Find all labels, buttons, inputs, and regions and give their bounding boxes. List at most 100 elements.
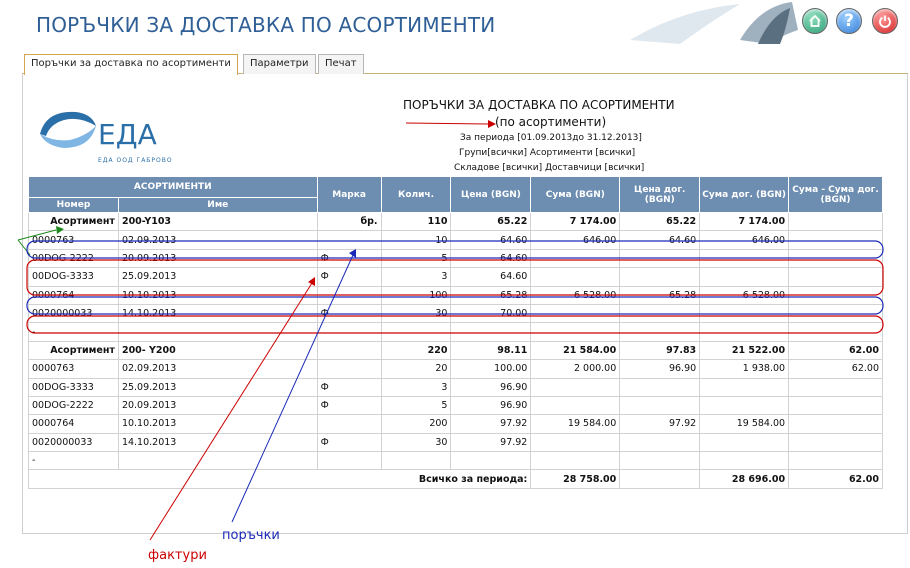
- cell-name: [117, 451, 318, 471]
- cell-contract-price: [619, 395, 701, 416]
- cell-quantity: 10: [380, 230, 452, 250]
- cell-price: 65.22: [450, 211, 532, 232]
- cell-price: [450, 322, 532, 342]
- cell-sum: [530, 322, 621, 342]
- cell-difference: [788, 285, 883, 305]
- logo-text: ЕДА: [98, 118, 157, 151]
- home-button[interactable]: [802, 8, 828, 34]
- header-contract-price[interactable]: Цена дог. (BGN): [619, 176, 701, 213]
- cell-quantity: 220: [380, 340, 452, 361]
- cell-number: Асортимент: [28, 211, 119, 232]
- cell-number: Асортимент: [28, 340, 119, 361]
- table-row[interactable]: 00DOG-2222 20.09.2013 Ф 5 64.60: [28, 248, 883, 269]
- table-row[interactable]: 0020000033 14.10.2013 Ф 30 97.92: [28, 432, 883, 453]
- cell-price: 98.11: [450, 340, 532, 361]
- group-row: Асортимент 200- Y200 220 98.11 21 584.00 97.8…: [28, 340, 883, 361]
- cell-contract-sum: 6 528.00: [699, 285, 790, 305]
- header-sum[interactable]: Сума (BGN): [530, 176, 621, 213]
- cell-brand: [316, 230, 382, 250]
- cell-name: 20.09.2013: [117, 395, 318, 416]
- table-row[interactable]: 0000764 10.10.2013 100 65.28 6 528.00 65.28 6 …: [28, 285, 883, 305]
- cell-brand: Ф: [316, 303, 382, 324]
- exit-button[interactable]: [872, 8, 898, 34]
- cell-difference: [788, 267, 883, 287]
- cell-name: 10.10.2013: [117, 285, 318, 305]
- cell-name: 10.10.2013: [117, 414, 318, 434]
- header-contract-sum[interactable]: Сума дог. (BGN): [699, 176, 790, 213]
- cell-contract-sum: 7 174.00: [699, 211, 790, 232]
- cell-price: 64.60: [450, 230, 532, 250]
- cell-brand: Ф: [316, 377, 382, 397]
- cell-contract-sum: [699, 267, 790, 287]
- cell-name: 25.09.2013: [117, 267, 318, 287]
- table-row[interactable]: 0020000033 14.10.2013 Ф 30 70.00: [28, 303, 883, 324]
- cell-number: -: [28, 322, 119, 342]
- cell-contract-price: 65.28: [619, 285, 701, 305]
- cell-contract-sum: [699, 451, 790, 471]
- cell-price: 64.60: [450, 267, 532, 287]
- table-row[interactable]: 0000763 02.09.2013 10 64.60 646.00 64.60 646.0…: [28, 230, 883, 250]
- table-row[interactable]: 0000764 10.10.2013 200 97.92 19 584.00 97.92 1…: [28, 414, 883, 434]
- cell-name: 14.10.2013: [117, 303, 318, 324]
- cell-number: 0000764: [28, 285, 119, 305]
- cell-price: 97.92: [450, 432, 532, 453]
- tab-print[interactable]: Печат: [318, 54, 364, 74]
- cell-price: 65.28: [450, 285, 532, 305]
- cell-brand: [316, 414, 382, 434]
- tab-parameters[interactable]: Параметри: [243, 54, 316, 74]
- cell-brand: Ф: [316, 248, 382, 269]
- help-button[interactable]: ?: [836, 8, 862, 34]
- cell-difference: 62.00: [788, 340, 883, 361]
- cell-number: 00DOG-2222: [28, 248, 119, 269]
- header-assortments: АСОРТИМЕНТИ: [28, 176, 318, 198]
- help-icon: ?: [844, 11, 854, 31]
- cell-sum: 21 584.00: [530, 340, 621, 361]
- report-filters-groups: Групи[всички] Асортименти [всички]: [459, 148, 636, 158]
- company-logo: ЕДА: [40, 111, 157, 151]
- report-period: За периода [01.09.2013до 31.12.2013]: [460, 133, 642, 143]
- cell-difference: [788, 322, 883, 342]
- table-row[interactable]: 0000763 02.09.2013 20 100.00 2 000.00 96.90 1 …: [28, 359, 883, 379]
- total-contract-sum: 28 696.00: [699, 469, 790, 489]
- cell-contract-price: 97.92: [619, 414, 701, 434]
- separator-row: -: [28, 451, 883, 471]
- cell-sum: [530, 303, 621, 324]
- cell-quantity: [380, 322, 452, 342]
- group-row: Асортимент 200-Y103 бр. 110 65.22 7 174.00 65.…: [28, 211, 883, 232]
- cell-contract-price: 65.22: [619, 211, 701, 232]
- cell-brand: [316, 359, 382, 379]
- cell-price: 70.00: [450, 303, 532, 324]
- decor-swoosh: [630, 2, 798, 44]
- power-icon: [879, 15, 891, 28]
- cell-contract-sum: 19 584.00: [699, 414, 790, 434]
- cell-contract-price: [619, 432, 701, 453]
- header-name[interactable]: Име: [117, 197, 318, 213]
- cell-contract-sum: 646.00: [699, 230, 790, 250]
- app-window: ПОРЪЧКИ ЗА ДОСТАВКА ПО АСОРТИМЕНТИ ? Пор…: [0, 0, 910, 568]
- table-row[interactable]: 00DOG-3333 25.09.2013 Ф 3 96.90: [28, 377, 883, 397]
- cell-difference: [788, 451, 883, 471]
- cell-quantity: 5: [380, 395, 452, 416]
- total-sum: 28 758.00: [530, 469, 621, 489]
- cell-contract-sum: 21 522.00: [699, 340, 790, 361]
- separator-row: -: [28, 322, 883, 342]
- table-row[interactable]: 00DOG-3333 25.09.2013 Ф 3 64.60: [28, 267, 883, 287]
- cell-price: 64.60: [450, 248, 532, 269]
- cell-sum: [530, 248, 621, 269]
- header-number[interactable]: Номер: [28, 197, 119, 213]
- table-row[interactable]: 00DOG-2222 20.09.2013 Ф 5 96.90: [28, 395, 883, 416]
- cell-brand: Ф: [316, 395, 382, 416]
- header-price[interactable]: Цена (BGN): [450, 176, 532, 213]
- annotation-orders: поръчки: [222, 528, 280, 543]
- tab-orders-by-assortment[interactable]: Поръчки за доставка по асортименти: [24, 54, 238, 75]
- cell-contract-price: [619, 303, 701, 324]
- cell-name: 02.09.2013: [117, 230, 318, 250]
- cell-contract-sum: [699, 303, 790, 324]
- header-quantity[interactable]: Колич.: [380, 176, 452, 213]
- header-sum-difference[interactable]: Сума - Сума дог. (BGN): [788, 176, 883, 213]
- cell-contract-sum: [699, 395, 790, 416]
- header-brand[interactable]: Марка: [316, 176, 382, 213]
- cell-name: 200- Y200: [117, 340, 318, 361]
- tab-bar: Поръчки за доставка по асортименти Парам…: [22, 54, 908, 75]
- cell-difference: [788, 377, 883, 397]
